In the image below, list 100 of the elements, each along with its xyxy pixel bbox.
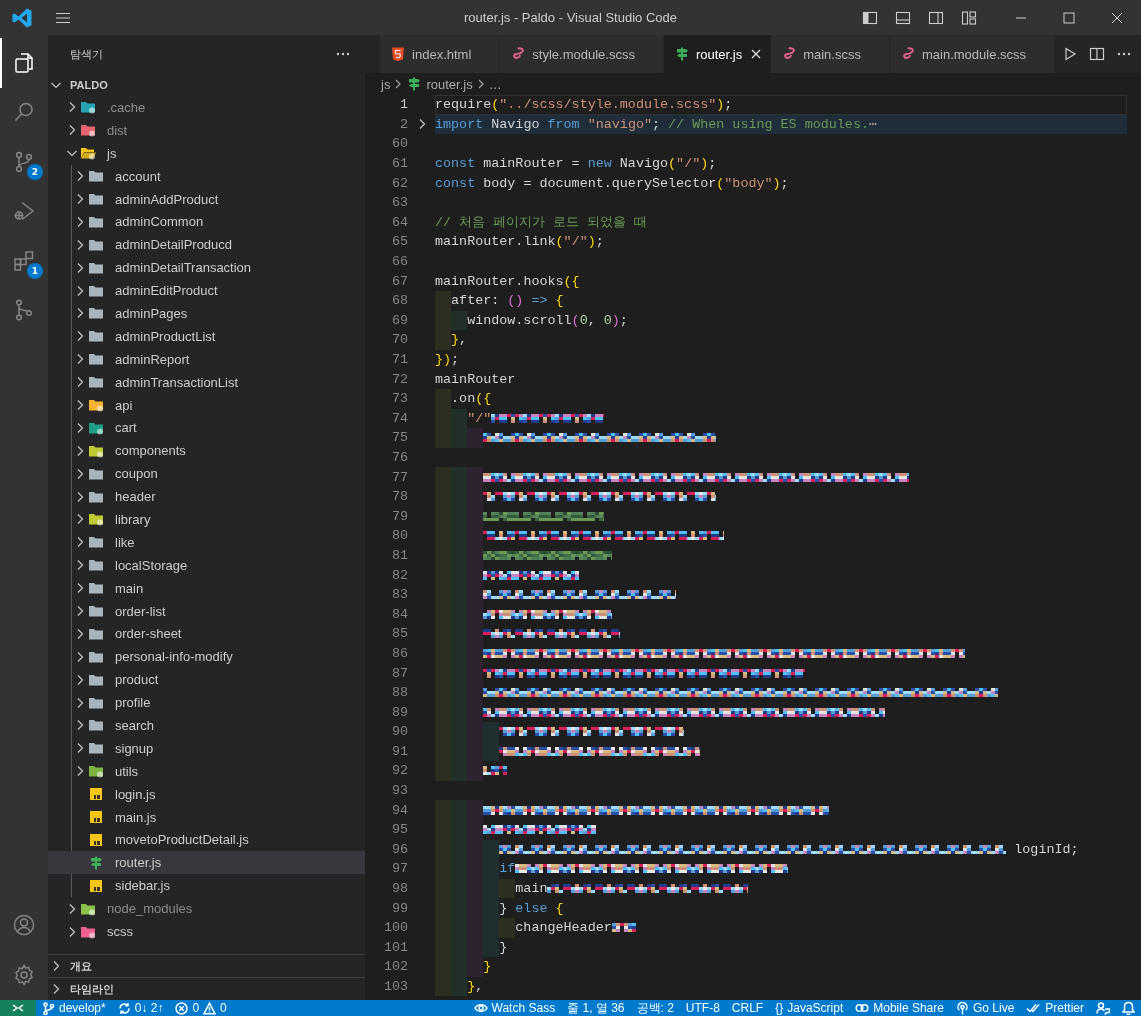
status-bar-item[interactable]: develop* [36,1000,112,1016]
status-bar-item[interactable]: 0 0 [169,1000,233,1016]
tree-item[interactable]: utils [48,759,365,783]
code-line: }, [467,979,484,994]
link-icon [855,1002,870,1014]
run-icon[interactable] [1062,46,1078,62]
status-bar-item[interactable]: 줄 1, 열 36 [561,1000,631,1016]
close-icon[interactable] [1111,11,1123,24]
tree-item[interactable]: adminReport [48,347,365,371]
left-panel-icon[interactable] [862,9,878,26]
tree-item[interactable]: api [48,393,365,417]
settings-icon[interactable] [12,963,36,987]
line-number: 93 [390,783,408,799]
folder-icon [88,397,104,413]
tree-item[interactable]: order-list [48,599,365,623]
tree-item[interactable]: components [48,439,365,463]
status-bar-item[interactable]: Prettier [1020,1000,1090,1016]
tree-item[interactable]: scss [48,920,365,943]
tree-item[interactable]: .cache [48,96,365,119]
status-bar-item[interactable]: Go Live [949,1000,1021,1016]
status-bar-item[interactable] [0,1000,36,1016]
tree-item[interactable]: product [48,668,365,692]
code-line: changeHeader [515,920,612,936]
folder-icon [88,740,104,757]
status-bar-item[interactable]: UTF-8 [679,1000,726,1016]
line-number: 62 [390,175,408,191]
tree-item[interactable]: adminDetailProducd [48,233,365,257]
status-bar-item[interactable]: Watch Sass [467,1000,562,1016]
code-line: "/" [467,410,492,426]
maximize-icon[interactable] [1063,11,1075,24]
tree-item[interactable]: profile [48,691,365,715]
line-number: 65 [390,234,408,250]
tree-item[interactable]: signup [48,736,365,760]
tree-item[interactable]: adminDetailTransaction [48,256,365,280]
right-panel-icon[interactable] [928,9,944,26]
account-icon[interactable] [12,913,36,937]
tree-item[interactable]: movetoProductDetail.js [48,828,365,852]
tree-item[interactable]: header [48,485,365,509]
tree-item[interactable]: localStorage [48,553,365,577]
folder-icon [80,99,96,116]
code-line: loginId; [1013,841,1079,857]
tree-item[interactable]: adminProductList [48,324,365,348]
tree-item[interactable]: coupon [48,462,365,486]
status-bar-item[interactable]: 0↓ 2↑ [111,1000,170,1016]
folder-icon [88,305,104,322]
tree-item[interactable]: adminEditProduct [48,279,365,302]
activity-bar-item[interactable]: 1 [0,236,48,286]
breadcrumb-item[interactable]: js [381,76,391,92]
tree-item[interactable]: account [48,164,365,188]
line-number: 72 [390,371,408,387]
tree-item[interactable]: like [48,530,365,554]
line-number: 66 [390,254,408,270]
tree-item[interactable]: main [48,576,365,600]
status-bar-item[interactable]: Mobile Share [849,1000,950,1016]
tree-item[interactable]: sidebar.js [48,874,365,898]
breadcrumb-item[interactable]: router.js [426,76,473,92]
tree-item[interactable]: library [48,508,365,531]
tab[interactable]: main.module.scss [889,35,1055,73]
status-bar-item[interactable]: {} JavaScript [769,1000,850,1016]
section-header[interactable]: 개요 [48,954,365,977]
tree-item[interactable]: adminAddProduct [48,187,365,211]
tree-item[interactable]: main.js [48,805,365,829]
tree-item[interactable]: order-sheet [48,622,365,646]
tab[interactable]: router.js [663,35,772,73]
bottom-panel-icon[interactable] [895,9,911,26]
indent-guide [483,722,500,742]
line-number: 92 [390,763,408,779]
layout-icon[interactable] [961,9,977,26]
split-editor-icon[interactable] [1089,46,1105,62]
extensions-icon [12,248,36,273]
line-number: 82 [390,567,408,583]
tree-item[interactable]: personal-info-modify [48,645,365,669]
tree-item[interactable]: login.js [48,782,365,806]
tree-item[interactable]: adminTransactionList [48,370,365,394]
folder-icon [88,717,104,734]
tree-item[interactable]: js [48,141,365,165]
tree-item[interactable]: adminCommon [48,210,365,234]
tab[interactable]: style.module.scss [500,35,664,73]
tree-item[interactable]: router.js [48,851,365,875]
tree-item[interactable]: node_modules [48,897,365,921]
tab[interactable]: main.scss [771,35,890,73]
tree-item[interactable]: search [48,714,365,737]
close-icon[interactable] [750,48,763,60]
tree-item[interactable]: adminPages [48,302,365,325]
line-number: 79 [390,508,408,524]
indent-guide [483,839,500,860]
breadcrumb-item[interactable]: … [488,76,502,92]
activity-bar-item[interactable]: 2 [0,137,48,187]
status-bar-item[interactable]: 공백: 2 [630,1000,680,1016]
status-bar-item[interactable]: CRLF [725,1000,770,1016]
broadcast-icon [955,1001,969,1015]
tab[interactable]: index.html [380,35,501,73]
feedback-icon [1096,1001,1110,1015]
tree-item[interactable]: cart [48,416,365,440]
eye-icon [473,1002,488,1014]
line-number: 1 [398,97,408,113]
folder-icon [88,580,104,597]
tree-item[interactable]: dist [48,118,365,142]
workspace-header[interactable]: PALDO [48,73,365,96]
line-number: 98 [390,881,408,897]
